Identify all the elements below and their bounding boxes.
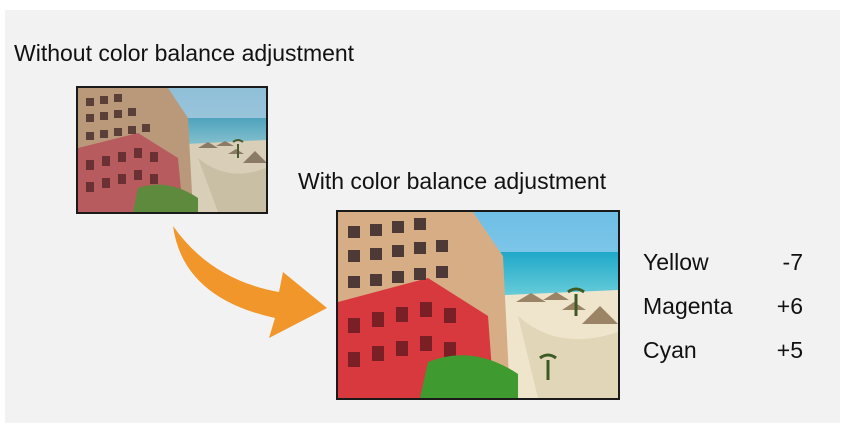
caption-with-adjustment: With color balance adjustment bbox=[298, 168, 607, 194]
setting-row-cyan: Cyan +5 bbox=[643, 328, 803, 372]
setting-row-magenta: Magenta +6 bbox=[643, 284, 803, 328]
setting-label: Cyan bbox=[643, 336, 697, 363]
photo-with-adjustment bbox=[336, 210, 620, 400]
curved-arrow-icon bbox=[173, 226, 327, 338]
setting-value: -7 bbox=[782, 248, 803, 275]
hotel-beach-photo-unadjusted bbox=[78, 88, 266, 212]
setting-value: +6 bbox=[776, 292, 803, 319]
setting-value: +5 bbox=[776, 336, 803, 363]
setting-label: Magenta bbox=[643, 292, 733, 319]
color-balance-settings: Yellow -7 Magenta +6 Cyan +5 bbox=[643, 240, 803, 372]
caption-without-adjustment: Without color balance adjustment bbox=[14, 40, 355, 66]
setting-row-yellow: Yellow -7 bbox=[643, 240, 803, 284]
photo-without-adjustment bbox=[76, 86, 268, 214]
setting-label: Yellow bbox=[643, 248, 709, 275]
hotel-beach-photo-adjusted bbox=[338, 212, 618, 398]
